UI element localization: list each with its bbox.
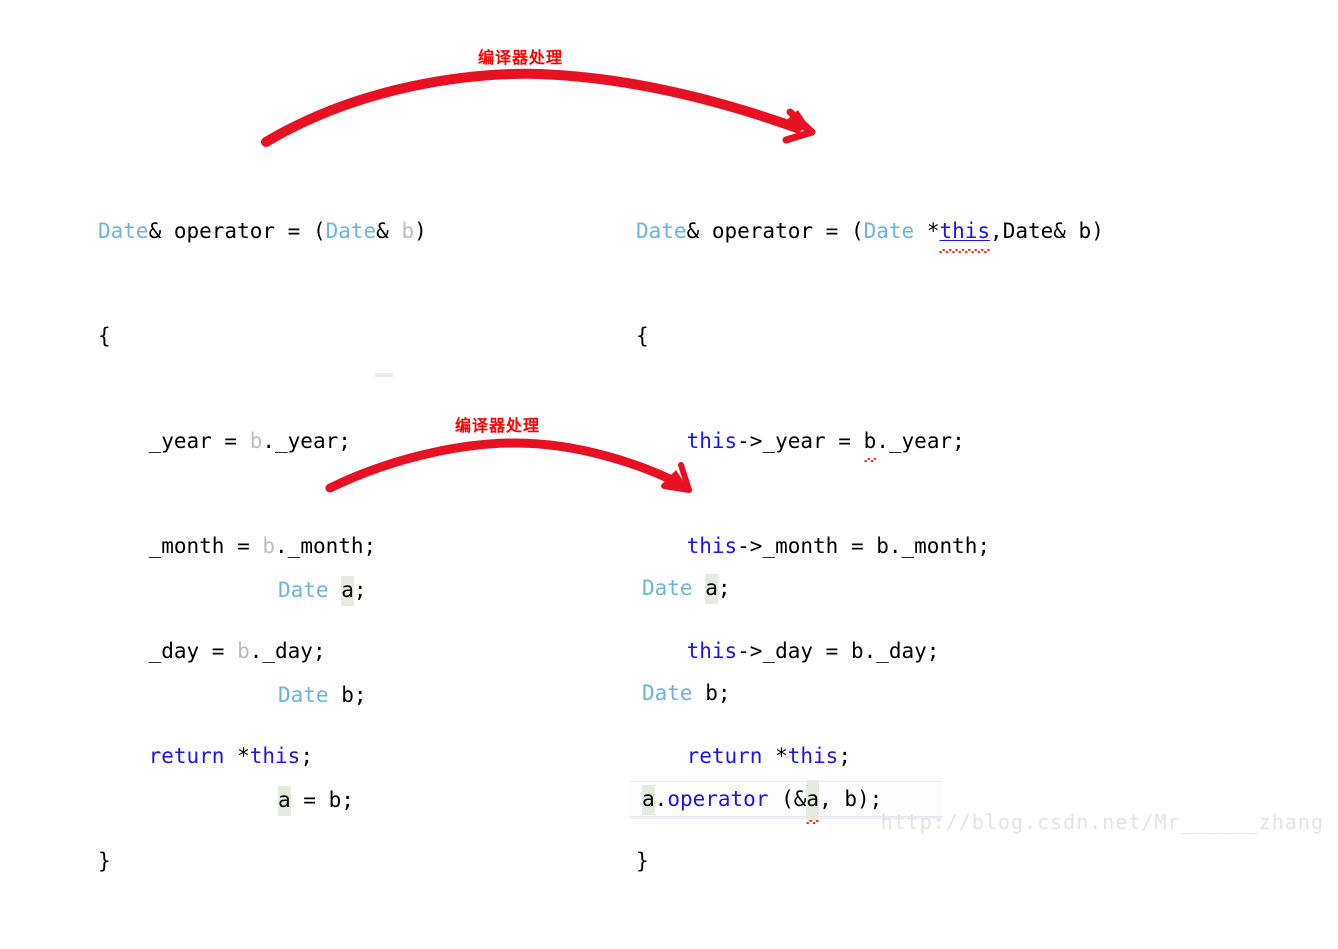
token-dim-identifier: b <box>249 429 263 453</box>
token-plain: ) <box>414 219 427 243</box>
code-line: this->_year = b._year; <box>636 424 1104 462</box>
token-plain: _month = <box>98 534 263 558</box>
diagram-canvas: 编译器处理 Date& operator = (Date& b) { _year… <box>0 0 1338 873</box>
token-type: Date <box>636 219 687 243</box>
code-line: a = b; <box>278 783 367 818</box>
token-highlighted-flagged-identifier: a <box>806 780 820 824</box>
token-plain: * <box>914 219 940 243</box>
token-highlighted-identifier: a <box>341 576 354 606</box>
code-block-bottom-left: Date a; Date b; a = b; <box>278 503 367 888</box>
token-dim-identifier: b <box>237 639 250 663</box>
token-plain: ,Date& b) <box>990 219 1104 243</box>
token-plain: & operator = ( <box>148 219 326 243</box>
code-line: _year = b._year; <box>98 424 427 459</box>
token-plain: (& <box>768 787 807 811</box>
token-type: Date <box>325 219 377 243</box>
token-highlighted-identifier: a <box>705 574 718 604</box>
token-type: Date <box>278 578 329 602</box>
token-plain: * <box>224 744 250 768</box>
code-line: Date b; <box>278 678 367 713</box>
token-dim-identifier: b <box>401 219 415 243</box>
token-flagged-identifier: b <box>863 424 876 462</box>
token-plain: { <box>98 324 111 348</box>
token-plain: b; <box>328 683 367 707</box>
token-type: Date <box>98 219 149 243</box>
token-function-operator: operator <box>667 787 769 811</box>
stray-editor-mark <box>375 373 393 377</box>
token-dim-identifier: b <box>262 534 276 558</box>
token-plain: & operator = ( <box>686 219 864 243</box>
annotation-label-bottom: 编译器处理 <box>455 416 541 435</box>
token-type: Date <box>863 219 915 243</box>
token-highlighted-identifier: a <box>642 785 655 815</box>
token-plain: _year = <box>98 429 250 453</box>
code-line: { <box>98 319 427 354</box>
code-line: Date& operator = (Date& b) <box>98 214 427 249</box>
token-plain: _day = <box>98 639 238 663</box>
code-line: Date a; <box>278 573 367 608</box>
token-plain: } <box>98 849 111 873</box>
code-line: Date& operator = (Date *this,Date& b) <box>636 214 1104 253</box>
code-block-top-left: Date& operator = (Date& b) { _year = b._… <box>98 144 427 949</box>
token-type: Date <box>642 681 693 705</box>
token-type: Date <box>278 683 329 707</box>
token-type: Date <box>642 576 693 600</box>
code-line: Date a; <box>642 571 942 606</box>
code-line: Date b; <box>642 676 942 711</box>
token-plain: ->_year = <box>737 429 864 453</box>
token-plain: . <box>654 787 668 811</box>
code-line: _month = b._month; <box>98 529 427 564</box>
token-this-flagged: this <box>939 214 990 253</box>
token-plain: ._year; <box>876 429 965 453</box>
token-plain: ; <box>717 576 731 600</box>
annotation-label-top: 编译器处理 <box>478 48 564 67</box>
token-highlighted-identifier: a <box>278 786 291 816</box>
code-line: _day = b._day; <box>98 634 427 669</box>
code-line: } <box>98 844 427 879</box>
token-plain: ._year; <box>262 429 351 453</box>
token-keyword-this: this <box>686 429 738 453</box>
token-plain: = b; <box>290 788 354 812</box>
token-plain: b; <box>692 681 731 705</box>
token-plain: , b); <box>819 787 883 811</box>
code-line: { <box>636 319 1104 354</box>
watermark-url: http://blog.csdn.net/Mr______zhang <box>880 810 1324 834</box>
token-plain: & <box>376 219 402 243</box>
token-plain: ; <box>353 578 367 602</box>
token-keyword-return: return <box>148 744 225 768</box>
token-plain: { <box>636 324 649 348</box>
code-line: return *this; <box>98 739 427 774</box>
